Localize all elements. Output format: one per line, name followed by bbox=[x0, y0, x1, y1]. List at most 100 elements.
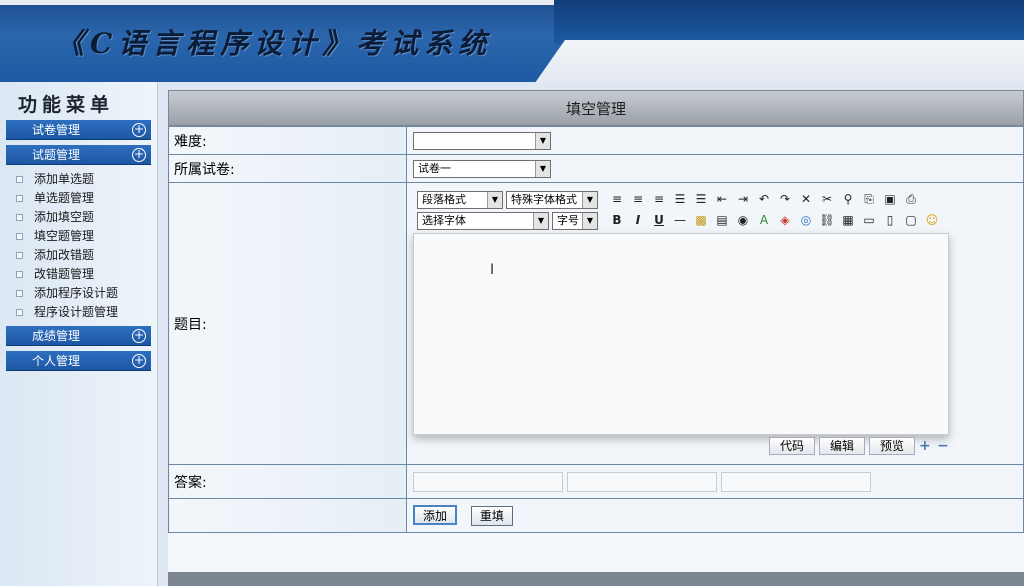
edit-mode-button[interactable]: 编辑 bbox=[818, 437, 865, 455]
header-decoration bbox=[554, 0, 1024, 44]
sidebar-item-label: 添加程序设计题 bbox=[34, 286, 119, 300]
unordered-list-icon[interactable]: ☰ bbox=[671, 191, 689, 208]
undo-icon[interactable]: ↶ bbox=[755, 191, 773, 208]
answer-field-1[interactable] bbox=[413, 471, 563, 492]
select-label: 字号 bbox=[557, 213, 579, 227]
sidebar-group-personal-management[interactable]: 个人管理 + bbox=[6, 351, 151, 371]
template-icon[interactable]: ▢ bbox=[902, 212, 920, 229]
chevron-down-icon[interactable]: ▼ bbox=[487, 191, 502, 208]
bullet-icon bbox=[16, 271, 23, 278]
emoticon-icon[interactable]: ☺ bbox=[923, 212, 941, 229]
answer-label: 答案: bbox=[168, 464, 407, 499]
actions-label-cell bbox=[168, 498, 407, 533]
sidebar-item-single-choice-management[interactable]: 单选题管理 bbox=[14, 189, 157, 208]
horizontal-rule-icon[interactable]: — bbox=[671, 212, 689, 229]
ordered-list-icon[interactable]: ☰ bbox=[692, 191, 710, 208]
difficulty-select[interactable]: ▼ bbox=[413, 131, 551, 150]
expand-icon[interactable]: + bbox=[132, 354, 146, 368]
chevron-down-icon[interactable]: ▼ bbox=[535, 160, 550, 177]
special-char-icon[interactable]: ▯ bbox=[881, 212, 899, 229]
indent-icon[interactable]: ⇥ bbox=[734, 191, 752, 208]
bullet-icon bbox=[16, 214, 23, 221]
cut-icon[interactable]: ✂ bbox=[818, 191, 836, 208]
align-left-icon[interactable]: ≡ bbox=[608, 191, 626, 208]
sidebar-item-add-fill-blank[interactable]: 添加填空题 bbox=[14, 208, 157, 227]
media-icon[interactable]: ▤ bbox=[713, 212, 731, 229]
underline-icon[interactable]: U bbox=[650, 212, 668, 229]
find-icon[interactable]: ⚲ bbox=[839, 191, 857, 208]
font-color-icon[interactable]: A bbox=[755, 212, 773, 229]
expand-icon[interactable]: + bbox=[132, 123, 146, 137]
select-label: 选择字体 bbox=[422, 213, 466, 227]
expand-icon[interactable]: + bbox=[132, 148, 146, 162]
paragraph-format-select[interactable]: 段落格式 ▼ bbox=[417, 190, 503, 209]
bold-icon[interactable]: B bbox=[608, 212, 626, 229]
app-header: 《C语言程序设计》考试系统 bbox=[0, 0, 1024, 82]
link-icon[interactable]: ◎ bbox=[797, 212, 815, 229]
select-label: 段落格式 bbox=[422, 192, 466, 206]
sidebar-group-paper-management[interactable]: 试卷管理 + bbox=[6, 120, 151, 140]
question-label: 题目: bbox=[168, 182, 407, 465]
align-right-icon[interactable]: ≡ bbox=[650, 191, 668, 208]
menu-title: 功能菜单 bbox=[18, 94, 115, 116]
sidebar-group-score-management[interactable]: 成绩管理 + bbox=[6, 326, 151, 346]
print-icon[interactable]: ⎙ bbox=[902, 191, 920, 208]
sidebar-item-add-single-choice[interactable]: 添加单选题 bbox=[14, 170, 157, 189]
bullet-icon bbox=[16, 309, 23, 316]
paper-select[interactable]: 试卷一 ▼ bbox=[413, 159, 551, 178]
expand-editor-icon[interactable]: + bbox=[919, 439, 933, 453]
main-panel: 填空管理 难度: ▼ 所属试卷: 试卷一 ▼ 题目: 段落格式 ▼ 特殊字体格式… bbox=[168, 90, 1024, 586]
italic-icon[interactable]: I bbox=[629, 212, 647, 229]
paper-value: 试卷一 bbox=[418, 161, 451, 175]
unlink-icon[interactable]: ⛓ bbox=[818, 212, 836, 229]
table-icon[interactable]: ▭ bbox=[860, 212, 878, 229]
expand-icon[interactable]: + bbox=[132, 329, 146, 343]
highlight-icon[interactable]: ◈ bbox=[776, 212, 794, 229]
bullet-icon bbox=[16, 195, 23, 202]
special-format-select[interactable]: 特殊字体格式 ▼ bbox=[506, 190, 598, 209]
outdent-icon[interactable]: ⇤ bbox=[713, 191, 731, 208]
chevron-down-icon[interactable]: ▼ bbox=[533, 212, 548, 229]
redo-icon[interactable]: ↷ bbox=[776, 191, 794, 208]
chevron-down-icon[interactable]: ▼ bbox=[582, 191, 597, 208]
text-cursor-icon: I bbox=[490, 262, 495, 278]
answer-field-3[interactable] bbox=[721, 471, 871, 492]
difficulty-label: 难度: bbox=[168, 126, 407, 155]
footer-bar bbox=[168, 572, 1024, 586]
font-size-select[interactable]: 字号 ▼ bbox=[552, 211, 598, 230]
delete-icon[interactable]: ✕ bbox=[797, 191, 815, 208]
bullet-icon bbox=[16, 290, 23, 297]
sidebar-item-add-programming[interactable]: 添加程序设计题 bbox=[14, 284, 157, 303]
sidebar-item-programming-management[interactable]: 程序设计题管理 bbox=[14, 303, 157, 322]
align-center-icon[interactable]: ≡ bbox=[629, 191, 647, 208]
sidebar-group-label: 成绩管理 bbox=[32, 329, 81, 343]
chevron-down-icon[interactable]: ▼ bbox=[535, 132, 550, 149]
image-icon[interactable]: ▩ bbox=[692, 212, 710, 229]
sidebar-item-fill-blank-management[interactable]: 填空题管理 bbox=[14, 227, 157, 246]
answer-field-2[interactable] bbox=[567, 471, 717, 492]
bullet-icon bbox=[16, 233, 23, 240]
sidebar: 功能菜单 试卷管理 + 试题管理 + 添加单选题 单选题管理 添加填空题 填空题… bbox=[0, 82, 158, 586]
sidebar-item-add-error-correction[interactable]: 添加改错题 bbox=[14, 246, 157, 265]
sidebar-item-error-correction-management[interactable]: 改错题管理 bbox=[14, 265, 157, 284]
editor-content-area[interactable]: I bbox=[413, 233, 949, 435]
add-button[interactable]: 添加 bbox=[413, 505, 458, 525]
flash-icon[interactable]: ◉ bbox=[734, 212, 752, 229]
copy-icon[interactable]: ⎘ bbox=[860, 191, 878, 208]
select-label: 特殊字体格式 bbox=[511, 192, 577, 206]
sidebar-group-label: 试题管理 bbox=[32, 148, 81, 162]
paste-icon[interactable]: ▣ bbox=[881, 191, 899, 208]
sidebar-group-label: 试卷管理 bbox=[32, 123, 81, 137]
sidebar-item-label: 添加改错题 bbox=[34, 248, 95, 262]
preview-mode-button[interactable]: 预览 bbox=[868, 437, 915, 455]
sidebar-item-label: 添加单选题 bbox=[34, 172, 95, 186]
sidebar-item-label: 填空题管理 bbox=[34, 229, 95, 243]
code-mode-button[interactable]: 代码 bbox=[768, 437, 815, 455]
font-select[interactable]: 选择字体 ▼ bbox=[417, 211, 549, 230]
shrink-editor-icon[interactable]: − bbox=[937, 439, 951, 453]
chevron-down-icon[interactable]: ▼ bbox=[582, 212, 597, 229]
sidebar-group-question-management[interactable]: 试题管理 + bbox=[6, 145, 151, 165]
web-icon[interactable]: ▦ bbox=[839, 212, 857, 229]
reset-button[interactable]: 重填 bbox=[470, 506, 513, 526]
rich-text-editor: 段落格式 ▼ 特殊字体格式 ▼ ≡ ≡ ≡ ☰ ☰ ⇤ ⇥ ↶ ↷ ✕ ✂ ⚲ … bbox=[413, 187, 951, 457]
